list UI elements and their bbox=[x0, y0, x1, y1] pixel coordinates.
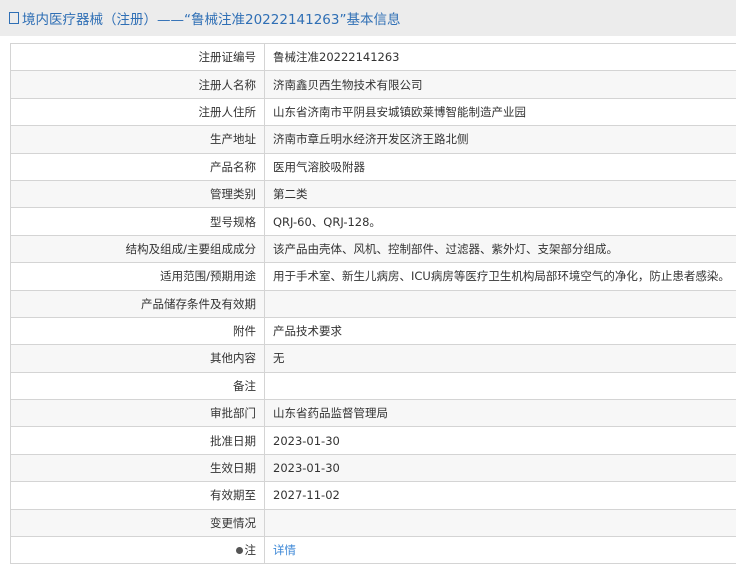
row-label: 附件 bbox=[10, 316, 265, 346]
row-value: 产品技术要求 bbox=[264, 316, 736, 346]
row-label: 注 bbox=[10, 536, 265, 565]
table-row: 注册人名称 济南鑫贝西生物技术有限公司 bbox=[10, 70, 736, 99]
document-icon bbox=[9, 12, 19, 24]
row-label: 注册人住所 bbox=[10, 97, 265, 127]
table-row: 其他内容无 bbox=[10, 344, 736, 373]
row-value: 山东省药品监督管理局 bbox=[264, 399, 736, 428]
table-row: 变更情况 bbox=[10, 508, 736, 538]
table-row: 管理类别 第二类 bbox=[10, 179, 736, 209]
table-row: 结构及组成/主要组成成分 该产品由壳体、风机、控制部件、过滤器、紫外灯、支架部分组… bbox=[10, 234, 736, 264]
pin-icon bbox=[235, 547, 243, 555]
row-label: 生效日期 bbox=[10, 453, 265, 483]
row-value: 第二类 bbox=[264, 179, 736, 209]
table-row: 有效期至 2027-11-02 bbox=[10, 481, 736, 510]
details-link[interactable]: 详情 bbox=[273, 543, 296, 557]
row-value: 该产品由壳体、风机、控制部件、过滤器、紫外灯、支架部分组成。 bbox=[264, 234, 736, 264]
row-value bbox=[264, 371, 736, 401]
row-value bbox=[264, 289, 736, 318]
table-row: 备注 bbox=[10, 371, 736, 401]
row-label: 审批部门 bbox=[10, 399, 265, 428]
row-label: 备注 bbox=[10, 371, 265, 401]
row-label: 其他内容 bbox=[10, 344, 265, 373]
row-value: 2027-11-02 bbox=[264, 481, 736, 510]
table-row: 适用范围/预期用途 用于手术室、新生儿病房、ICU病房等医疗卫生机构局部环境空气的… bbox=[10, 262, 736, 291]
row-label: 管理类别 bbox=[10, 179, 265, 209]
row-label: 结构及组成/主要组成成分 bbox=[10, 234, 265, 264]
table-row: 注册人住所 山东省济南市平阴县安城镇欧莱博智能制造产业园 bbox=[10, 97, 736, 127]
row-value: 济南鑫贝西生物技术有限公司 bbox=[264, 70, 736, 99]
table-row-note: 注 详情 bbox=[10, 536, 736, 565]
info-table: 注册证编号 鲁械注准20222141263 注册人名称 济南鑫贝西生物技术有限公司 注册… bbox=[10, 42, 736, 565]
row-label: 产品名称 bbox=[10, 152, 265, 181]
row-label: 批准日期 bbox=[10, 426, 265, 455]
row-value: 鲁械注准20222141263 bbox=[264, 42, 736, 72]
row-value: 2023-01-30 bbox=[264, 426, 736, 455]
row-value: 2023-01-30 bbox=[264, 453, 736, 483]
row-label: 生产地址 bbox=[10, 125, 265, 154]
row-value: 山东省济南市平阴县安城镇欧莱博智能制造产业园 bbox=[264, 97, 736, 127]
row-value: 用于手术室、新生儿病房、ICU病房等医疗卫生机构局部环境空气的净化，防止患者感染… bbox=[264, 262, 736, 291]
table-row: 注册证编号 鲁械注准20222141263 bbox=[10, 42, 736, 72]
row-value bbox=[264, 508, 736, 538]
row-label: 注册证编号 bbox=[10, 42, 265, 72]
table-row: 型号规格 QRJ-60、QRJ-128。 bbox=[10, 207, 736, 236]
table-row: 产品名称 医用气溶胶吸附器 bbox=[10, 152, 736, 181]
row-value: QRJ-60、QRJ-128。 bbox=[264, 207, 736, 236]
table-row: 生产地址 济南市章丘明水经济开发区济王路北侧 bbox=[10, 125, 736, 154]
table-row: 批准日期 2023-01-30 bbox=[10, 426, 736, 455]
row-label: 产品储存条件及有效期 bbox=[10, 289, 265, 318]
table-row: 审批部门 山东省药品监督管理局 bbox=[10, 399, 736, 428]
row-value: 济南市章丘明水经济开发区济王路北侧 bbox=[264, 125, 736, 154]
table-row: 附件 产品技术要求 bbox=[10, 316, 736, 346]
page-header: 境内医疗器械（注册）——“鲁械注准20222141263”基本信息 bbox=[0, 0, 736, 36]
row-label: 变更情况 bbox=[10, 508, 265, 538]
row-value: 无 bbox=[264, 344, 736, 373]
table-row: 产品储存条件及有效期 bbox=[10, 289, 736, 318]
table-row: 生效日期 2023-01-30 bbox=[10, 453, 736, 483]
page-title: 境内医疗器械（注册）——“鲁械注准20222141263”基本信息 bbox=[22, 12, 401, 28]
row-label: 适用范围/预期用途 bbox=[10, 262, 265, 291]
row-label: 型号规格 bbox=[10, 207, 265, 236]
row-value: 医用气溶胶吸附器 bbox=[264, 152, 736, 181]
row-label: 注册人名称 bbox=[10, 70, 265, 99]
note-label: 注 bbox=[244, 543, 257, 558]
row-label: 有效期至 bbox=[10, 481, 265, 510]
